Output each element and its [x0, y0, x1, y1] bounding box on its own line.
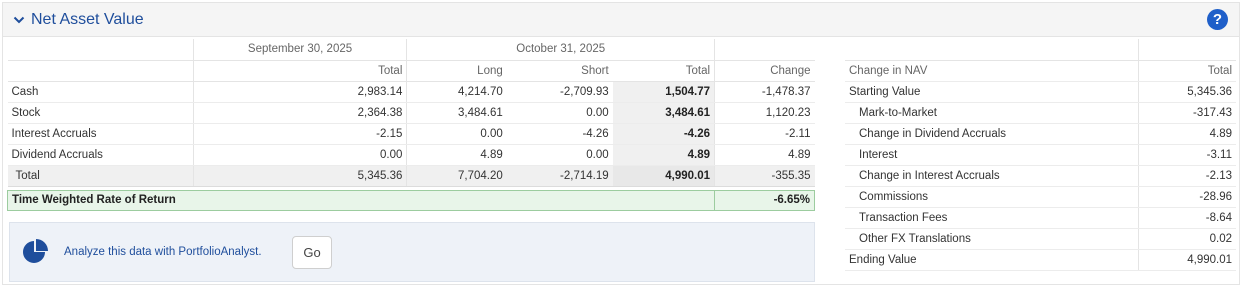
cell: -355.35 [714, 165, 815, 187]
cell: -2,709.93 [506, 81, 613, 103]
cell: 3,484.61 [406, 102, 507, 124]
twr-value: -6.65% [714, 189, 815, 211]
row-label: Dividend Accruals [7, 144, 194, 166]
table-row: Cash 2,983.14 4,214.70 -2,709.93 1,504.7… [7, 81, 815, 103]
row-label: Commissions [845, 186, 1138, 208]
go-button[interactable]: Go [292, 236, 332, 269]
nav-table: September 30, 2025 October 31, 2025 Tota… [6, 39, 815, 211]
cell: 4,990.01 [1137, 249, 1236, 271]
cell: -2.11 [714, 123, 815, 145]
cell: 0.02 [1137, 228, 1236, 250]
cell: 3,484.61 [612, 102, 715, 124]
table-row: Starting Value 5,345.36 [845, 81, 1236, 103]
chevron-down-icon[interactable] [13, 14, 25, 26]
row-label: Interest Accruals [7, 123, 194, 145]
cell: -1,478.37 [714, 81, 815, 103]
cell: 4.89 [1137, 123, 1236, 145]
col-header: Total [1137, 60, 1236, 82]
table-row: Change in Interest Accruals -2.13 [845, 165, 1236, 187]
cell: -2,714.19 [506, 165, 613, 187]
table-row: Dividend Accruals 0.00 4.89 0.00 4.89 4.… [7, 144, 815, 166]
table-row: Interest -3.11 [845, 144, 1236, 166]
table-row: Commissions -28.96 [845, 186, 1236, 208]
cell: 5,345.36 [1137, 81, 1236, 103]
col-header: Short [506, 60, 613, 82]
row-label: Starting Value [845, 81, 1138, 103]
twr-label: Time Weighted Rate of Return [6, 189, 716, 211]
col-header: Total [192, 60, 407, 82]
row-label: Mark-to-Market [845, 102, 1138, 124]
row-label: Total [7, 165, 194, 187]
cell: 2,983.14 [192, 81, 407, 103]
table-row: Mark-to-Market -317.43 [845, 102, 1236, 124]
row-label: Transaction Fees [845, 207, 1138, 229]
cell: 4.89 [406, 144, 507, 166]
change-in-nav-table: Change in NAV Total Starting Value 5,345… [845, 39, 1236, 271]
cell: 0.00 [506, 144, 613, 166]
cell: -28.96 [1137, 186, 1236, 208]
cell: 0.00 [506, 102, 613, 124]
change-in-nav-header: Change in NAV [845, 60, 1138, 82]
cell: -4.26 [612, 123, 715, 145]
cell: -4.26 [506, 123, 613, 145]
cell: -2.15 [192, 123, 407, 145]
row-label: Cash [7, 81, 194, 103]
row-label: Interest [845, 144, 1138, 166]
cell: 2,364.38 [192, 102, 407, 124]
cell: 7,704.20 [406, 165, 507, 187]
cell: 4.89 [612, 144, 715, 166]
table-row: Ending Value 4,990.01 [845, 249, 1236, 271]
analyze-link[interactable]: Analyze this data with PortfolioAnalyst. [64, 246, 262, 258]
table-row: Interest Accruals -2.15 0.00 -4.26 -4.26… [7, 123, 815, 145]
section-title: Net Asset Value [31, 11, 144, 28]
table-row: Stock 2,364.38 3,484.61 0.00 3,484.61 1,… [7, 102, 815, 124]
cell: 0.00 [406, 123, 507, 145]
cell: 0.00 [192, 144, 407, 166]
col-header: Change [714, 60, 815, 82]
help-icon[interactable]: ? [1207, 9, 1228, 30]
col-header: Long [406, 60, 507, 82]
table-row: Transaction Fees -8.64 [845, 207, 1236, 229]
table-row: Other FX Translations 0.02 [845, 228, 1236, 250]
row-label: Ending Value [845, 249, 1138, 271]
total-row: Total 5,345.36 7,704.20 -2,714.19 4,990.… [7, 165, 815, 187]
nav-panel: Net Asset Value ? September 30, 2025 Oct… [2, 2, 1240, 285]
cell: 5,345.36 [192, 165, 407, 187]
cell: 4,990.01 [612, 165, 715, 187]
group-header-oct: October 31, 2025 [406, 39, 715, 61]
twr-row: Time Weighted Rate of Return -6.65% [6, 189, 815, 211]
row-label: Change in Dividend Accruals [845, 123, 1138, 145]
cell: -2.13 [1137, 165, 1236, 187]
row-label: Other FX Translations [845, 228, 1138, 250]
portfolio-analyst-banner: Analyze this data with PortfolioAnalyst.… [9, 222, 815, 282]
cell: 4,214.70 [406, 81, 507, 103]
row-label: Stock [7, 102, 194, 124]
table-row: Change in Dividend Accruals 4.89 [845, 123, 1236, 145]
col-header: Total [612, 60, 715, 82]
cell: -8.64 [1137, 207, 1236, 229]
cell: -3.11 [1137, 144, 1236, 166]
group-header-sep: September 30, 2025 [192, 39, 407, 61]
cell: 4.89 [714, 144, 815, 166]
cell: -317.43 [1137, 102, 1236, 124]
cell: 1,120.23 [714, 102, 815, 124]
cell: 1,504.77 [612, 81, 715, 103]
row-label: Change in Interest Accruals [845, 165, 1138, 187]
section-header[interactable]: Net Asset Value ? [3, 3, 1239, 37]
pie-chart-icon [23, 239, 48, 263]
